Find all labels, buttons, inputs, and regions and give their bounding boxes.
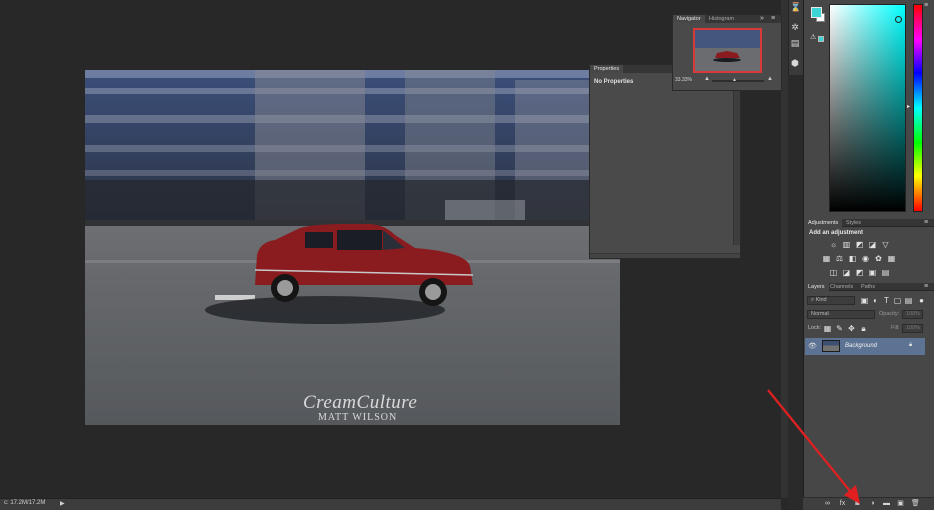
zoom-in-icon[interactable]: ▲ [767,76,773,82]
layer-thumbnail[interactable] [822,340,840,352]
foreground-color-swatch[interactable] [811,7,822,18]
exposure-icon[interactable]: ◪ [868,240,877,249]
hue-slider[interactable] [913,4,923,212]
filter-smart-object-icon[interactable]: ▤ [904,296,913,305]
tab-navigator[interactable]: Navigator [673,15,705,23]
brightness-contrast-icon[interactable]: ☼ [829,240,838,249]
layer-name[interactable]: Background [845,343,877,349]
lock-image-pixels-icon[interactable]: ✎ [835,324,844,333]
posterize-icon[interactable]: ◪ [842,268,851,277]
document-image[interactable] [85,70,620,425]
navigator-zoom-readout[interactable]: 33.33% [675,77,692,83]
doc-size-readout: c: 17.2M/17.2M [4,500,46,506]
tab-layers[interactable]: Layers [804,283,829,291]
channel-mixer-icon[interactable]: ✿ [874,254,883,263]
color-picker-field[interactable] [829,4,906,212]
no-properties-message: No Properties [594,79,634,85]
web-safe-swatch[interactable] [818,36,824,42]
layer-lock-icon[interactable]: 🔒︎ [909,342,912,349]
watermark-title: CreamCulture [303,392,418,413]
lock-label: Lock: [808,325,822,331]
blend-mode-select[interactable]: Normal [807,310,875,319]
levels-icon[interactable]: ▥ [842,240,851,249]
status-bar [0,498,781,510]
color-panel-menu-icon[interactable]: ≡ [924,2,932,9]
filter-shape-icon[interactable]: ▢ [893,296,902,305]
watermark-subtitle: MATT WILSON [318,412,398,423]
zoom-out-icon[interactable]: ▲ [704,76,710,82]
vibrance-icon[interactable]: ▽ [881,240,890,249]
threshold-icon[interactable]: ◩ [855,268,864,277]
layer-filter-kind-label: Kind [815,297,827,303]
new-group-icon[interactable]: ▬ [882,499,891,508]
navigator-zoom-slider[interactable] [712,80,764,82]
navigator-thumbnail[interactable] [693,28,762,73]
black-white-icon[interactable]: ◧ [848,254,857,263]
tab-paths[interactable]: Paths [857,283,879,291]
layers-panel-menu-icon[interactable]: ≡ [924,283,932,290]
adjustments-heading: Add an adjustment [809,230,864,236]
lock-position-icon[interactable]: ✥ [847,324,856,333]
filter-toggle-icon[interactable]: ● [917,296,926,305]
gradient-map-icon[interactable]: ▤ [881,268,890,277]
status-menu-arrow-icon[interactable]: ▶ [60,500,65,507]
lock-transparent-pixels-icon[interactable]: ▦ [823,324,832,333]
history-icon[interactable]: ⌛ [790,2,801,12]
color-balance-icon[interactable]: ⚖ [835,254,844,263]
hue-saturation-icon[interactable]: ▦ [822,254,831,263]
invert-icon[interactable]: ◫ [829,268,838,277]
curves-icon[interactable]: ◩ [855,240,864,249]
fill-label: Fill: [891,325,900,331]
tab-channels[interactable]: Channels [826,283,857,291]
selective-color-icon[interactable]: ▣ [868,268,877,277]
delete-layer-icon[interactable]: 🗑︎ [911,499,920,508]
layer-filter-kind-select[interactable]: ⌕ Kind [807,296,855,305]
new-layer-icon[interactable]: ▣ [896,499,905,508]
3d-icon[interactable]: ⬢ [790,58,800,68]
brush-presets-icon[interactable]: ▤ [790,38,800,48]
filter-pixel-icon[interactable]: ▣ [860,296,869,305]
tab-histogram[interactable]: Histogram [705,15,738,23]
properties-scrollbar[interactable] [733,73,740,245]
tab-properties[interactable]: Properties [590,65,624,73]
eye-icon[interactable]: 👁︎ [808,342,817,350]
annotation-arrow [767,389,860,504]
tab-adjustments[interactable]: Adjustments [804,219,843,227]
filter-adjustment-icon[interactable]: ◐ [871,296,880,305]
opacity-label: Opacity: [879,311,900,317]
gamut-warning-icon[interactable]: ⚠ [810,33,816,41]
fill-field[interactable]: 100% [902,324,923,333]
lock-all-icon[interactable]: 🔒︎ [859,324,868,333]
navigator-panel-menu-icon[interactable]: ≡ [771,15,779,22]
navigator-preview [695,30,760,71]
opacity-field[interactable]: 100% [902,310,923,319]
collapse-panel-icon[interactable]: » [760,15,768,22]
photo-filter-icon[interactable]: ◉ [861,254,870,263]
color-picker-cursor[interactable] [895,16,902,23]
tab-styles[interactable]: Styles [842,219,865,227]
adjustments-panel-menu-icon[interactable]: ≡ [924,219,932,226]
photo-car-street [85,70,620,425]
color-lookup-icon[interactable]: ▦ [887,254,896,263]
properties-panel [589,64,741,259]
hue-slider-marker-icon[interactable]: ▸ [907,103,910,110]
zoom-slider-thumb[interactable]: ▲ [732,77,737,83]
actions-icon[interactable]: ✲ [790,22,800,32]
filter-type-icon[interactable]: T [882,296,891,305]
properties-resize-bar[interactable] [590,253,740,258]
